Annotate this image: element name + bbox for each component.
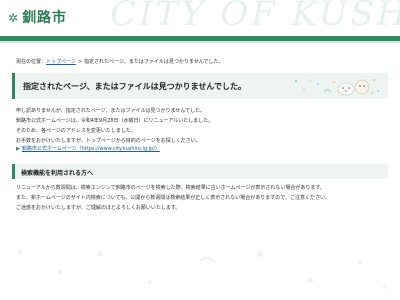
wildlife-illustration [294,78,379,96]
message-line: 釧路市公式ホームページは、令和4年9月28日（水曜日）にリニューアルいたしました… [16,118,214,124]
message-line: そのため、各ページのアドレスを変更いたしました。 [16,128,136,134]
search-section-title: 検索機能を利用される方へ [21,170,94,177]
page-title: 指定されたページ、またはファイルは見つかりませんでした。 [23,82,246,91]
page-title-panel: 指定されたページ、またはファイルは見つかりませんでした。 [12,73,388,99]
breadcrumb-separator: > [77,59,83,65]
site-logo-text: 釧路市 [22,10,68,26]
home-page-link-text[interactable]: 釧路市公式ホームページ（https://www.city.kushiro.lg.… [22,145,160,152]
search-notice-line: ご迷惑をおかけいたしますが、ご理解のほどよろしくお願いいたします。 [16,205,181,211]
header-accent-bar-light [0,41,400,43]
footer-pattern [18,250,387,289]
site-header: CITY OF KUSHIRO ✲ 釧路市 [0,0,400,36]
search-section-heading-panel: 検索機能を利用される方へ [12,164,388,179]
site-logo[interactable]: ✲ 釧路市 [8,9,67,27]
breadcrumb-top-link[interactable]: トップページ [46,59,76,65]
search-notice-line: また、新ホームページのサイト内検索についても、公開から数週間は検索結果が正しく表… [16,195,331,201]
breadcrumb: 現在の位置：トップページ > 指定されたページ、またはファイルは見つかりませんでした… [16,58,223,65]
header-watermark: CITY OF KUSHIRO [110,0,400,34]
search-notice: リニューアルから数週間は、検索エンジンで釧路市のページを検索した際、検索結果に古… [16,183,386,213]
city-emblem-icon: ✲ [8,11,19,25]
home-page-link[interactable]: ▶ 釧路市公式ホームページ（https://www.city.kushiro.l… [16,145,160,153]
breadcrumb-current: 指定されたページ、またはファイルは見つかりませんでした。 [84,59,224,65]
breadcrumb-label: 現在の位置： [16,59,47,65]
search-notice-line: リニューアルから数週間は、検索エンジンで釧路市のページを検索した際、検索結果に古… [16,185,325,191]
error-message: 申し訳ありませんが、指定されたページ、またはファイルは見つかりませんでした。 釧… [16,106,386,146]
message-line: 申し訳ありませんが、指定されたページ、またはファイルは見つかりませんでした。 [16,108,206,114]
arrow-right-icon: ▶ [16,145,20,152]
